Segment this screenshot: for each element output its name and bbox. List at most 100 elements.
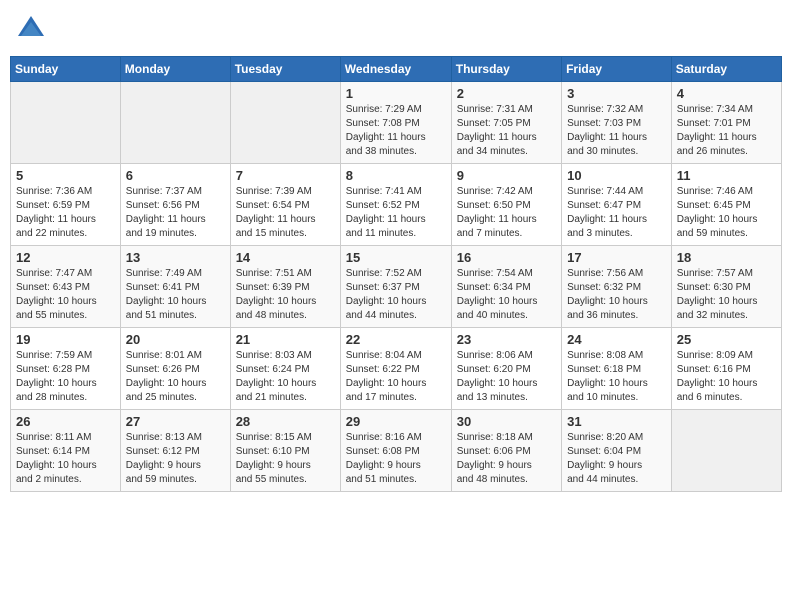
calendar-header-row: SundayMondayTuesdayWednesdayThursdayFrid…: [11, 57, 782, 82]
day-info: Sunrise: 7:57 AM Sunset: 6:30 PM Dayligh…: [677, 267, 776, 323]
logo-icon: [16, 14, 46, 44]
day-number: 24: [567, 332, 666, 347]
calendar-cell: 3 Sunrise: 7:32 AM Sunset: 7:03 PM Daylig…: [562, 82, 672, 164]
calendar-cell: 28Sunrise: 8:15 AM Sunset: 6:10 PM Dayli…: [230, 410, 340, 492]
day-info: Sunrise: 8:16 AM Sunset: 6:08 PM Dayligh…: [346, 431, 446, 487]
day-number: 17: [567, 250, 666, 265]
day-number: 5: [16, 168, 115, 183]
calendar-week-row: 12 Sunrise: 7:47 AM Sunset: 6:43 PM Dayli…: [11, 246, 782, 328]
calendar-cell: 9 Sunrise: 7:42 AM Sunset: 6:50 PM Daylig…: [451, 164, 561, 246]
calendar-cell: 5 Sunrise: 7:36 AM Sunset: 6:59 PM Daylig…: [11, 164, 121, 246]
day-number: 18: [677, 250, 776, 265]
calendar-cell: 16 Sunrise: 7:54 AM Sunset: 6:34 PM Dayli…: [451, 246, 561, 328]
calendar-cell: 23 Sunrise: 8:06 AM Sunset: 6:20 PM Dayli…: [451, 328, 561, 410]
calendar-cell: [11, 82, 121, 164]
calendar-table: SundayMondayTuesdayWednesdayThursdayFrid…: [10, 56, 782, 492]
day-of-week-header: Friday: [562, 57, 672, 82]
day-info: Sunrise: 7:46 AM Sunset: 6:45 PM Dayligh…: [677, 185, 776, 241]
day-info: Sunrise: 7:44 AM Sunset: 6:47 PM Dayligh…: [567, 185, 666, 241]
calendar-cell: 31Sunrise: 8:20 AM Sunset: 6:04 PM Dayli…: [562, 410, 672, 492]
day-of-week-header: Thursday: [451, 57, 561, 82]
day-info: Sunrise: 7:39 AM Sunset: 6:54 PM Dayligh…: [236, 185, 335, 241]
day-number: 3: [567, 86, 666, 101]
day-info: Sunrise: 7:41 AM Sunset: 6:52 PM Dayligh…: [346, 185, 446, 241]
day-info: Sunrise: 8:03 AM Sunset: 6:24 PM Dayligh…: [236, 349, 335, 405]
day-info: Sunrise: 7:56 AM Sunset: 6:32 PM Dayligh…: [567, 267, 666, 323]
day-number: 9: [457, 168, 556, 183]
day-number: 6: [126, 168, 225, 183]
day-number: 15: [346, 250, 446, 265]
day-info: Sunrise: 8:18 AM Sunset: 6:06 PM Dayligh…: [457, 431, 556, 487]
day-info: Sunrise: 7:36 AM Sunset: 6:59 PM Dayligh…: [16, 185, 115, 241]
day-number: 13: [126, 250, 225, 265]
day-number: 21: [236, 332, 335, 347]
calendar-cell: 11 Sunrise: 7:46 AM Sunset: 6:45 PM Dayli…: [671, 164, 781, 246]
calendar-cell: 29 Sunrise: 8:16 AM Sunset: 6:08 PM Dayli…: [340, 410, 451, 492]
calendar-cell: 26 Sunrise: 8:11 AM Sunset: 6:14 PM Dayli…: [11, 410, 121, 492]
day-info: Sunrise: 8:06 AM Sunset: 6:20 PM Dayligh…: [457, 349, 556, 405]
day-info: Sunrise: 7:54 AM Sunset: 6:34 PM Dayligh…: [457, 267, 556, 323]
day-info: Sunrise: 8:01 AM Sunset: 6:26 PM Dayligh…: [126, 349, 225, 405]
calendar-cell: 10 Sunrise: 7:44 AM Sunset: 6:47 PM Dayli…: [562, 164, 672, 246]
calendar-cell: [230, 82, 340, 164]
day-info: Sunrise: 8:04 AM Sunset: 6:22 PM Dayligh…: [346, 349, 446, 405]
calendar-cell: 7 Sunrise: 7:39 AM Sunset: 6:54 PM Daylig…: [230, 164, 340, 246]
day-number: 16: [457, 250, 556, 265]
calendar-cell: 6 Sunrise: 7:37 AM Sunset: 6:56 PM Daylig…: [120, 164, 230, 246]
logo: [16, 14, 50, 44]
calendar-cell: [120, 82, 230, 164]
day-number: 8: [346, 168, 446, 183]
day-info: Sunrise: 7:42 AM Sunset: 6:50 PM Dayligh…: [457, 185, 556, 241]
calendar-cell: 24Sunrise: 8:08 AM Sunset: 6:18 PM Dayli…: [562, 328, 672, 410]
calendar-cell: 19 Sunrise: 7:59 AM Sunset: 6:28 PM Dayli…: [11, 328, 121, 410]
day-number: 29: [346, 414, 446, 429]
calendar-week-row: 5 Sunrise: 7:36 AM Sunset: 6:59 PM Daylig…: [11, 164, 782, 246]
calendar-week-row: 19 Sunrise: 7:59 AM Sunset: 6:28 PM Dayli…: [11, 328, 782, 410]
day-info: Sunrise: 7:37 AM Sunset: 6:56 PM Dayligh…: [126, 185, 225, 241]
calendar-cell: [671, 410, 781, 492]
day-number: 30: [457, 414, 556, 429]
calendar-cell: 12 Sunrise: 7:47 AM Sunset: 6:43 PM Dayli…: [11, 246, 121, 328]
day-number: 27: [126, 414, 225, 429]
day-number: 1: [346, 86, 446, 101]
calendar-cell: 27Sunrise: 8:13 AM Sunset: 6:12 PM Dayli…: [120, 410, 230, 492]
day-of-week-header: Saturday: [671, 57, 781, 82]
day-info: Sunrise: 7:47 AM Sunset: 6:43 PM Dayligh…: [16, 267, 115, 323]
calendar-cell: 15 Sunrise: 7:52 AM Sunset: 6:37 PM Dayli…: [340, 246, 451, 328]
day-of-week-header: Wednesday: [340, 57, 451, 82]
day-number: 31: [567, 414, 666, 429]
day-info: Sunrise: 7:51 AM Sunset: 6:39 PM Dayligh…: [236, 267, 335, 323]
day-number: 11: [677, 168, 776, 183]
day-info: Sunrise: 7:31 AM Sunset: 7:05 PM Dayligh…: [457, 103, 556, 159]
day-number: 28: [236, 414, 335, 429]
day-info: Sunrise: 7:34 AM Sunset: 7:01 PM Dayligh…: [677, 103, 776, 159]
day-number: 23: [457, 332, 556, 347]
calendar-cell: 30 Sunrise: 8:18 AM Sunset: 6:06 PM Dayli…: [451, 410, 561, 492]
day-of-week-header: Sunday: [11, 57, 121, 82]
calendar-cell: 2Sunrise: 7:31 AM Sunset: 7:05 PM Daylig…: [451, 82, 561, 164]
day-info: Sunrise: 8:11 AM Sunset: 6:14 PM Dayligh…: [16, 431, 115, 487]
day-number: 25: [677, 332, 776, 347]
calendar-cell: 22 Sunrise: 8:04 AM Sunset: 6:22 PM Dayli…: [340, 328, 451, 410]
calendar-cell: 18 Sunrise: 7:57 AM Sunset: 6:30 PM Dayli…: [671, 246, 781, 328]
day-info: Sunrise: 7:52 AM Sunset: 6:37 PM Dayligh…: [346, 267, 446, 323]
calendar-week-row: 26 Sunrise: 8:11 AM Sunset: 6:14 PM Dayli…: [11, 410, 782, 492]
day-number: 7: [236, 168, 335, 183]
day-number: 4: [677, 86, 776, 101]
calendar-cell: 21 Sunrise: 8:03 AM Sunset: 6:24 PM Dayli…: [230, 328, 340, 410]
day-info: Sunrise: 7:59 AM Sunset: 6:28 PM Dayligh…: [16, 349, 115, 405]
day-number: 19: [16, 332, 115, 347]
day-number: 26: [16, 414, 115, 429]
day-info: Sunrise: 7:32 AM Sunset: 7:03 PM Dayligh…: [567, 103, 666, 159]
day-of-week-header: Tuesday: [230, 57, 340, 82]
calendar-cell: 14Sunrise: 7:51 AM Sunset: 6:39 PM Dayli…: [230, 246, 340, 328]
day-number: 22: [346, 332, 446, 347]
calendar-cell: 13Sunrise: 7:49 AM Sunset: 6:41 PM Dayli…: [120, 246, 230, 328]
page-header: [10, 10, 782, 48]
day-number: 10: [567, 168, 666, 183]
calendar-week-row: 1Sunrise: 7:29 AM Sunset: 7:08 PM Daylig…: [11, 82, 782, 164]
calendar-cell: 4 Sunrise: 7:34 AM Sunset: 7:01 PM Daylig…: [671, 82, 781, 164]
calendar-cell: 17 Sunrise: 7:56 AM Sunset: 6:32 PM Dayli…: [562, 246, 672, 328]
calendar-cell: 25Sunrise: 8:09 AM Sunset: 6:16 PM Dayli…: [671, 328, 781, 410]
day-number: 12: [16, 250, 115, 265]
